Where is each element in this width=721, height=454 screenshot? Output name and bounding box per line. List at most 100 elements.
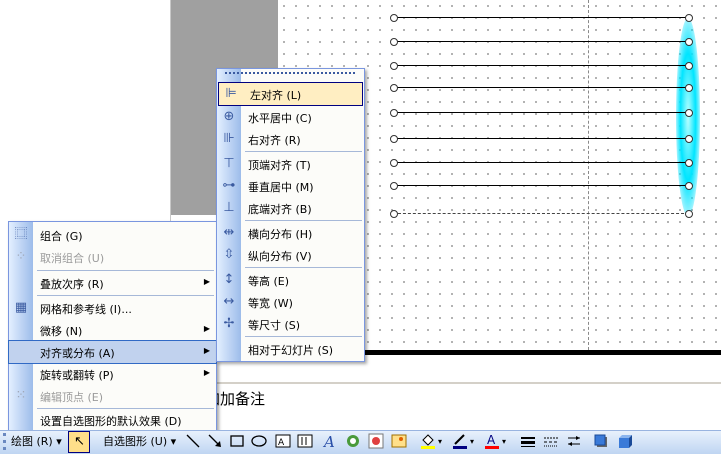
select-objects-button[interactable]: ↖	[68, 431, 90, 453]
svg-text:A: A	[278, 438, 285, 448]
line-handle[interactable]	[390, 38, 398, 46]
line-handle[interactable]	[390, 109, 398, 117]
align-bottom-icon: ⊥	[223, 200, 235, 215]
grid-icon: ▦	[14, 300, 28, 315]
menu-item-align-top[interactable]: ⊤ 顶端对齐 (T)	[217, 153, 364, 175]
menu-item-nudge[interactable]: 微移 (N) ▶	[9, 319, 216, 341]
menu-separator	[245, 336, 362, 337]
menu-item-align-center[interactable]: ⊕ 水平居中 (C)	[217, 106, 364, 128]
3d-style-button[interactable]	[617, 433, 633, 449]
edit-points-icon: ⁙	[15, 388, 27, 403]
line-handle[interactable]	[685, 182, 693, 190]
line-shape[interactable]	[393, 41, 689, 42]
line-shape[interactable]	[393, 112, 689, 113]
line-shape[interactable]	[393, 213, 689, 214]
notes-splitter[interactable]	[171, 382, 721, 384]
line-shape[interactable]	[393, 17, 689, 18]
submenu-arrow-icon: ▶	[203, 277, 210, 286]
line-color-dropdown[interactable]: ▾	[470, 433, 474, 450]
menu-item-order[interactable]: 叠放次序 (R) ▶	[9, 272, 216, 294]
tear-off-handle[interactable]	[225, 72, 355, 78]
textbox-icon: A	[275, 434, 291, 448]
menu-item-relative-to-slide[interactable]: 相对于幻灯片 (S)	[217, 338, 364, 360]
clipart-icon	[368, 433, 384, 449]
diagram-tool-button[interactable]	[345, 433, 361, 449]
oval-icon	[251, 435, 267, 447]
menu-separator	[245, 220, 362, 221]
line-shape[interactable]	[393, 65, 689, 66]
line-style-button[interactable]	[520, 433, 536, 449]
picture-tool-button[interactable]	[391, 433, 407, 449]
same-width-icon: ↔	[223, 294, 235, 309]
line-handle[interactable]	[685, 159, 693, 167]
arrow-style-icon	[568, 436, 580, 446]
menu-item-edit-points[interactable]: ⁙ 编辑顶点 (E)	[9, 385, 216, 407]
ungroup-icon: ⁘	[15, 249, 27, 264]
menu-item-same-height[interactable]: ↕ 等高 (E)	[217, 269, 364, 291]
line-tool-button[interactable]	[185, 433, 201, 449]
line-handle[interactable]	[685, 109, 693, 117]
menu-item-align-middle[interactable]: ⊶ 垂直居中 (M)	[217, 175, 364, 197]
wordart-tool-button[interactable]: A	[322, 433, 338, 451]
line-handle[interactable]	[390, 84, 398, 92]
vertical-textbox-tool-button[interactable]	[297, 433, 313, 449]
oval-tool-button[interactable]	[251, 433, 267, 449]
line-handle[interactable]	[685, 14, 693, 22]
shadow-style-button[interactable]	[593, 433, 609, 449]
line-handle[interactable]	[390, 14, 398, 22]
line-shape[interactable]	[393, 185, 689, 186]
line-handle[interactable]	[685, 135, 693, 143]
line-shape[interactable]	[393, 138, 689, 139]
menu-item-grid-guides[interactable]: ▦ 网格和参考线 (I)...	[9, 297, 216, 319]
menu-item-align-left[interactable]: ⊫ 左对齐 (L)	[218, 82, 363, 106]
3d-style-icon	[619, 435, 632, 448]
align-center-icon: ⊕	[223, 109, 235, 124]
menu-item-rotate-flip[interactable]: 旋转或翻转 (P) ▶	[9, 363, 216, 385]
line-handle[interactable]	[390, 159, 398, 167]
line-icon	[186, 434, 200, 448]
fill-color-dropdown[interactable]: ▾	[438, 433, 442, 450]
textbox-tool-button[interactable]: A	[275, 433, 291, 449]
line-shape[interactable]	[393, 162, 689, 163]
draw-menu-button[interactable]: 绘图 (R) ▾	[11, 433, 62, 450]
arrow-icon	[208, 434, 221, 447]
fill-color-button[interactable]	[420, 433, 436, 449]
autoshapes-menu-button[interactable]: 自选图形 (U) ▾	[103, 433, 176, 450]
line-shape[interactable]	[393, 87, 689, 88]
line-handle[interactable]	[390, 182, 398, 190]
svg-text:A: A	[487, 433, 496, 447]
diagram-icon	[347, 435, 359, 447]
font-color-dropdown[interactable]: ▾	[502, 433, 506, 450]
line-handle[interactable]	[685, 84, 693, 92]
clipart-tool-button[interactable]	[368, 433, 384, 449]
font-color-button[interactable]: A	[484, 433, 500, 449]
svg-text:A: A	[322, 433, 335, 449]
menu-item-same-width[interactable]: ↔ 等宽 (W)	[217, 291, 364, 313]
menu-item-set-default[interactable]: 设置自选图形的默认效果 (D)	[9, 409, 216, 431]
dash-style-button[interactable]	[543, 433, 559, 449]
line-handle[interactable]	[390, 210, 398, 218]
rectangle-tool-button[interactable]	[229, 433, 245, 449]
menu-item-align-right[interactable]: ⊪ 右对齐 (R)	[217, 128, 364, 150]
menu-item-distribute-vertical[interactable]: ⇳ 纵向分布 (V)	[217, 244, 364, 266]
same-size-icon: ✢	[223, 316, 235, 331]
line-handle[interactable]	[390, 62, 398, 70]
line-color-button[interactable]	[452, 433, 468, 449]
dash-style-icon	[544, 437, 558, 447]
menu-item-distribute-horizontal[interactable]: ⇹ 横向分布 (H)	[217, 222, 364, 244]
line-handle[interactable]	[685, 62, 693, 70]
line-handle[interactable]	[390, 135, 398, 143]
arrow-style-button[interactable]	[566, 433, 582, 449]
line-handle[interactable]	[685, 38, 693, 46]
picture-icon	[391, 434, 407, 448]
menu-item-ungroup[interactable]: ⁘ 取消组合 (U)	[9, 246, 216, 268]
menu-item-same-size[interactable]: ✢ 等尺寸 (S)	[217, 313, 364, 335]
pen-icon	[453, 434, 467, 449]
menu-item-align-distribute[interactable]: 对齐或分布 (A) ▶	[8, 340, 217, 364]
arrow-tool-button[interactable]	[207, 433, 223, 449]
line-handle[interactable]	[685, 210, 693, 218]
menu-item-group[interactable]: ⿴ 组合 (G)	[9, 224, 216, 246]
line-style-icon	[521, 437, 535, 447]
menu-item-align-bottom[interactable]: ⊥ 底端对齐 (B)	[217, 197, 364, 219]
guide-line[interactable]	[588, 0, 589, 350]
